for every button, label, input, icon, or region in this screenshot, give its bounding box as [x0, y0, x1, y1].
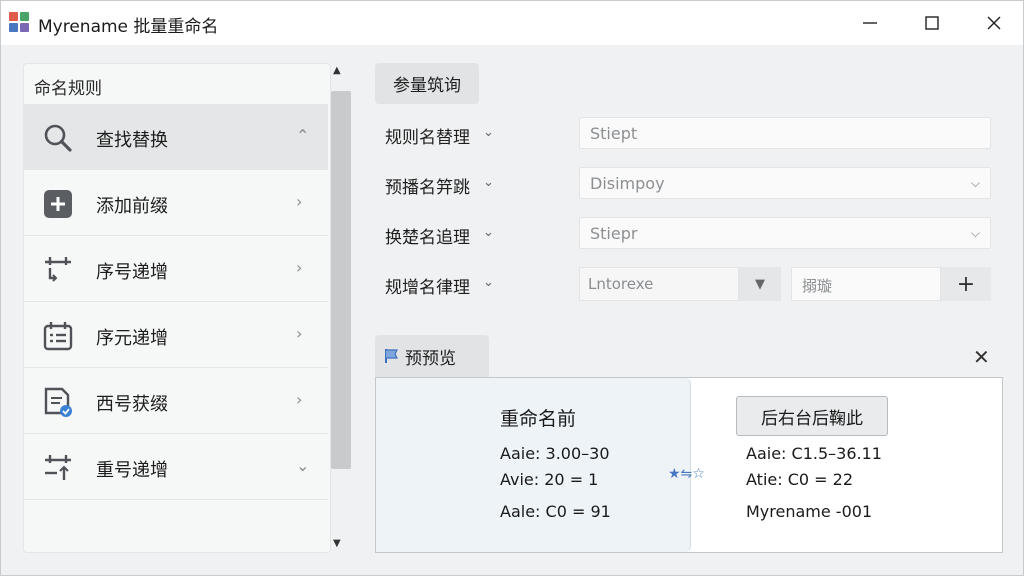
- calendar-list-icon: [43, 322, 73, 351]
- param-select[interactable]: Stiepr ⌵: [579, 217, 991, 249]
- scroll-up-icon[interactable]: ▲: [333, 65, 341, 76]
- maximize-button[interactable]: [905, 1, 959, 45]
- param-combo-input[interactable]: Lntorexe: [579, 267, 739, 301]
- tab-parameters[interactable]: 参量筑询: [375, 63, 479, 104]
- plus-square-icon: [44, 190, 72, 218]
- chevron-down-icon[interactable]: ⌄: [483, 175, 494, 190]
- swap-arrows-icon: ★⇋☆: [668, 466, 705, 482]
- param-select-value: Disimpoy: [590, 174, 665, 193]
- before-line: Aaie: 3.00–30: [500, 444, 610, 463]
- chevron-right-icon: ›: [296, 192, 303, 211]
- app-window: Myrename 批量重命名 命名规则 查找替换 ⌃ 添加前缀 › 序号递增 ›…: [0, 0, 1024, 576]
- chevron-right-icon: ›: [296, 390, 303, 409]
- calendar-sequence-icon: [45, 257, 71, 282]
- param-extra-value: 搦璇: [802, 277, 833, 295]
- minimize-button[interactable]: [843, 1, 897, 45]
- after-line: Atie: C0 = 22: [746, 470, 853, 489]
- chevron-down-icon: ⌵: [970, 176, 980, 190]
- sidebar-item-sequence-alt[interactable]: 序元递增 ›: [24, 302, 328, 368]
- sidebar-item-label: 序元递增: [96, 328, 168, 349]
- sidebar-item-renumber[interactable]: 重号递增 ⌄: [24, 434, 328, 500]
- param-row: 规增名律理 ⌄ Lntorexe ▼ 搦璇 +: [385, 267, 995, 301]
- rules-sidebar: 命名规则 查找替换 ⌃ 添加前缀 › 序号递增 › 序元递增 › 西号获缀 › …: [23, 63, 331, 553]
- chevron-down-icon: ⌵: [970, 226, 980, 240]
- close-icon: [987, 16, 1001, 30]
- before-line: Aale: C0 = 91: [500, 502, 611, 521]
- chevron-down-icon[interactable]: ⌄: [483, 275, 494, 290]
- sidebar-item-label: 西号获缀: [96, 394, 168, 415]
- param-label: 规增名律理: [385, 278, 470, 298]
- calendar-arrows-icon: [45, 455, 71, 480]
- param-select-value: Stiepr: [590, 224, 638, 243]
- add-button[interactable]: +: [941, 267, 991, 301]
- param-label: 换楚名追理: [385, 228, 470, 248]
- close-button[interactable]: [967, 1, 1021, 45]
- minimize-icon: [863, 22, 877, 24]
- param-label: 预播名笄跳: [385, 178, 470, 198]
- sidebar-item-label: 序号递增: [96, 262, 168, 283]
- param-extra-input[interactable]: 搦璇: [791, 267, 941, 301]
- after-line: Aaie: C1.5–36.11: [746, 444, 882, 463]
- sidebar-item-label: 查找替换: [96, 130, 168, 151]
- combo-dropdown-button[interactable]: ▼: [739, 267, 781, 301]
- param-label: 规则名替理: [385, 128, 470, 148]
- after-rename-button[interactable]: 后右台后鞠此: [736, 396, 888, 436]
- plus-icon: +: [956, 271, 976, 297]
- param-input[interactable]: Stiept: [579, 117, 991, 149]
- sidebar-item-find-replace[interactable]: 查找替换 ⌃: [24, 104, 328, 170]
- chevron-down-icon[interactable]: ⌄: [483, 125, 494, 140]
- preview-tab-label: 预预览: [405, 348, 456, 369]
- param-combo-value: Lntorexe: [588, 275, 654, 293]
- search-icon: [44, 124, 72, 152]
- sidebar-item-add-prefix[interactable]: 添加前缀 ›: [24, 170, 328, 236]
- param-select[interactable]: Disimpoy ⌵: [579, 167, 991, 199]
- param-input-value: Stiept: [590, 124, 638, 143]
- scroll-thumb[interactable]: [331, 91, 351, 469]
- sidebar-title: 命名规则: [34, 79, 102, 99]
- preview-flag-icon: [385, 349, 398, 363]
- preview-panel: 重命名前 Aaie: 3.00–30 Avie: 20 = 1 Aale: C0…: [375, 377, 1003, 553]
- window-title: Myrename 批量重命名: [38, 17, 219, 37]
- chevron-up-icon: ⌃: [296, 126, 310, 145]
- document-check-icon: [44, 387, 72, 417]
- sidebar-item-label: 重号递增: [96, 460, 168, 481]
- chevron-right-icon: ›: [296, 324, 303, 343]
- app-logo-icon: [9, 12, 31, 34]
- sidebar-item-suffix[interactable]: 西号获缀 ›: [24, 368, 328, 434]
- param-row: 规则名替理 ⌄ Stiept: [385, 117, 995, 151]
- title-bar: Myrename 批量重命名: [1, 1, 1023, 45]
- tab-preview[interactable]: 预预览: [375, 335, 489, 377]
- param-row: 预播名笄跳 ⌄ Disimpoy ⌵: [385, 167, 995, 201]
- sidebar-item-sequence[interactable]: 序号递增 ›: [24, 236, 328, 302]
- chevron-down-icon[interactable]: ⌄: [483, 225, 494, 240]
- chevron-right-icon: ›: [296, 258, 303, 277]
- close-icon[interactable]: ✕: [973, 345, 990, 369]
- maximize-icon: [925, 16, 939, 30]
- sidebar-scrollbar[interactable]: ▲ ▼: [331, 63, 351, 551]
- scroll-down-icon[interactable]: ▼: [333, 538, 341, 549]
- param-row: 换楚名追理 ⌄ Stiepr ⌵: [385, 217, 995, 251]
- after-line: Myrename -001: [746, 502, 873, 521]
- sidebar-item-label: 添加前缀: [96, 196, 168, 217]
- before-title: 重命名前: [500, 408, 577, 430]
- before-line: Avie: 20 = 1: [500, 470, 599, 489]
- before-pane: 重命名前 Aaie: 3.00–30 Avie: 20 = 1 Aale: C0…: [376, 378, 691, 552]
- chevron-down-icon: ⌄: [296, 456, 310, 475]
- chevron-down-icon: ▼: [755, 276, 765, 292]
